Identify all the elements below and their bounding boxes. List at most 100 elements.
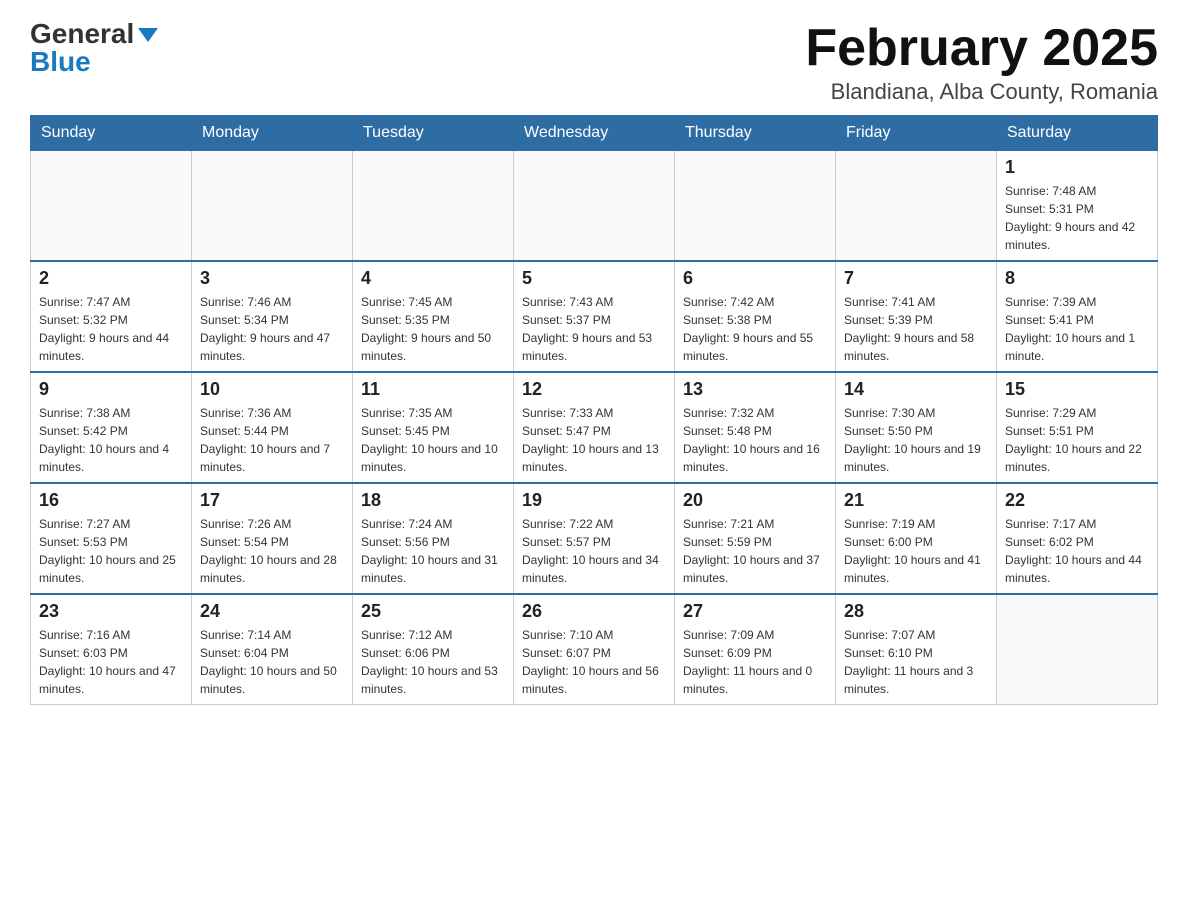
day-number: 24 [200, 601, 344, 622]
day-number: 3 [200, 268, 344, 289]
day-info: Sunrise: 7:47 AM Sunset: 5:32 PM Dayligh… [39, 293, 183, 365]
calendar-cell: 25Sunrise: 7:12 AM Sunset: 6:06 PM Dayli… [353, 594, 514, 705]
calendar-week-4: 16Sunrise: 7:27 AM Sunset: 5:53 PM Dayli… [31, 483, 1158, 594]
calendar-cell: 24 Sunrise: 7:14 AM Sunset: 6:04 PM Dayli… [192, 594, 353, 705]
calendar-cell: 8 Sunrise: 7:39 AM Sunset: 5:41 PM Daylig… [997, 261, 1158, 372]
calendar-cell: 13 Sunrise: 7:32 AM Sunset: 5:48 PM Dayli… [675, 372, 836, 483]
day-header-wednesday: Wednesday [514, 116, 675, 151]
calendar-cell [997, 594, 1158, 705]
page-header: General Blue February 2025 Blandiana, Al… [30, 20, 1158, 105]
logo-top: General [30, 20, 158, 48]
calendar-cell: 21 Sunrise: 7:19 AM Sunset: 6:00 PM Dayli… [836, 483, 997, 594]
calendar-cell: 17 Sunrise: 7:26 AM Sunset: 5:54 PM Dayli… [192, 483, 353, 594]
calendar-cell: 7 Sunrise: 7:41 AM Sunset: 5:39 PM Daylig… [836, 261, 997, 372]
calendar-cell [675, 151, 836, 262]
calendar-cell [836, 151, 997, 262]
day-info: Sunrise: 7:21 AM Sunset: 5:59 PM Dayligh… [683, 515, 827, 587]
day-info: Sunrise: 7:45 AM Sunset: 5:35 PM Dayligh… [361, 293, 505, 365]
calendar-cell: 6 Sunrise: 7:42 AM Sunset: 5:38 PM Daylig… [675, 261, 836, 372]
day-info: Sunrise: 7:26 AM Sunset: 5:54 PM Dayligh… [200, 515, 344, 587]
calendar-cell: 12 Sunrise: 7:33 AM Sunset: 5:47 PM Dayli… [514, 372, 675, 483]
calendar-week-2: 2 Sunrise: 7:47 AM Sunset: 5:32 PM Daylig… [31, 261, 1158, 372]
calendar-cell: 27 Sunrise: 7:09 AM Sunset: 6:09 PM Dayli… [675, 594, 836, 705]
day-info: Sunrise: 7:43 AM Sunset: 5:37 PM Dayligh… [522, 293, 666, 365]
calendar-cell: 28 Sunrise: 7:07 AM Sunset: 6:10 PM Dayli… [836, 594, 997, 705]
day-number: 9 [39, 379, 183, 400]
day-number: 8 [1005, 268, 1149, 289]
calendar-cell [31, 151, 192, 262]
logo-triangle-icon [138, 28, 158, 42]
day-header-thursday: Thursday [675, 116, 836, 151]
calendar-cell: 20Sunrise: 7:21 AM Sunset: 5:59 PM Dayli… [675, 483, 836, 594]
day-info: Sunrise: 7:33 AM Sunset: 5:47 PM Dayligh… [522, 404, 666, 476]
day-number: 21 [844, 490, 988, 511]
day-info: Sunrise: 7:36 AM Sunset: 5:44 PM Dayligh… [200, 404, 344, 476]
calendar-cell: 18Sunrise: 7:24 AM Sunset: 5:56 PM Dayli… [353, 483, 514, 594]
day-info: Sunrise: 7:41 AM Sunset: 5:39 PM Dayligh… [844, 293, 988, 365]
calendar-week-3: 9 Sunrise: 7:38 AM Sunset: 5:42 PM Daylig… [31, 372, 1158, 483]
day-info: Sunrise: 7:10 AM Sunset: 6:07 PM Dayligh… [522, 626, 666, 698]
calendar-header-row: SundayMondayTuesdayWednesdayThursdayFrid… [31, 116, 1158, 151]
day-info: Sunrise: 7:19 AM Sunset: 6:00 PM Dayligh… [844, 515, 988, 587]
calendar-cell: 16Sunrise: 7:27 AM Sunset: 5:53 PM Dayli… [31, 483, 192, 594]
day-number: 25 [361, 601, 505, 622]
logo-blue-text: Blue [30, 48, 91, 76]
logo-general-text: General [30, 18, 134, 49]
calendar-cell: 23 Sunrise: 7:16 AM Sunset: 6:03 PM Dayli… [31, 594, 192, 705]
calendar-cell: 9 Sunrise: 7:38 AM Sunset: 5:42 PM Daylig… [31, 372, 192, 483]
day-header-friday: Friday [836, 116, 997, 151]
day-info: Sunrise: 7:07 AM Sunset: 6:10 PM Dayligh… [844, 626, 988, 698]
day-number: 23 [39, 601, 183, 622]
calendar-cell: 11 Sunrise: 7:35 AM Sunset: 5:45 PM Dayli… [353, 372, 514, 483]
day-info: Sunrise: 7:09 AM Sunset: 6:09 PM Dayligh… [683, 626, 827, 698]
title-block: February 2025 Blandiana, Alba County, Ro… [805, 20, 1158, 105]
logo: General Blue [30, 20, 158, 76]
day-info: Sunrise: 7:38 AM Sunset: 5:42 PM Dayligh… [39, 404, 183, 476]
day-header-monday: Monday [192, 116, 353, 151]
calendar-cell [192, 151, 353, 262]
day-info: Sunrise: 7:35 AM Sunset: 5:45 PM Dayligh… [361, 404, 505, 476]
calendar-cell [514, 151, 675, 262]
calendar-cell: 4Sunrise: 7:45 AM Sunset: 5:35 PM Daylig… [353, 261, 514, 372]
calendar-cell [353, 151, 514, 262]
day-number: 18 [361, 490, 505, 511]
day-number: 7 [844, 268, 988, 289]
day-info: Sunrise: 7:39 AM Sunset: 5:41 PM Dayligh… [1005, 293, 1149, 365]
day-info: Sunrise: 7:29 AM Sunset: 5:51 PM Dayligh… [1005, 404, 1149, 476]
day-info: Sunrise: 7:16 AM Sunset: 6:03 PM Dayligh… [39, 626, 183, 698]
day-number: 28 [844, 601, 988, 622]
day-info: Sunrise: 7:32 AM Sunset: 5:48 PM Dayligh… [683, 404, 827, 476]
calendar-cell: 14Sunrise: 7:30 AM Sunset: 5:50 PM Dayli… [836, 372, 997, 483]
day-info: Sunrise: 7:22 AM Sunset: 5:57 PM Dayligh… [522, 515, 666, 587]
day-info: Sunrise: 7:46 AM Sunset: 5:34 PM Dayligh… [200, 293, 344, 365]
month-title: February 2025 [805, 20, 1158, 77]
day-header-saturday: Saturday [997, 116, 1158, 151]
calendar-cell: 22Sunrise: 7:17 AM Sunset: 6:02 PM Dayli… [997, 483, 1158, 594]
day-number: 5 [522, 268, 666, 289]
calendar-cell: 19 Sunrise: 7:22 AM Sunset: 5:57 PM Dayli… [514, 483, 675, 594]
day-number: 6 [683, 268, 827, 289]
day-number: 22 [1005, 490, 1149, 511]
day-number: 10 [200, 379, 344, 400]
calendar-week-5: 23 Sunrise: 7:16 AM Sunset: 6:03 PM Dayli… [31, 594, 1158, 705]
calendar-cell: 3 Sunrise: 7:46 AM Sunset: 5:34 PM Daylig… [192, 261, 353, 372]
day-info: Sunrise: 7:48 AM Sunset: 5:31 PM Dayligh… [1005, 182, 1149, 254]
day-number: 15 [1005, 379, 1149, 400]
calendar-cell: 1Sunrise: 7:48 AM Sunset: 5:31 PM Daylig… [997, 151, 1158, 262]
calendar-week-1: 1Sunrise: 7:48 AM Sunset: 5:31 PM Daylig… [31, 151, 1158, 262]
day-info: Sunrise: 7:30 AM Sunset: 5:50 PM Dayligh… [844, 404, 988, 476]
day-info: Sunrise: 7:42 AM Sunset: 5:38 PM Dayligh… [683, 293, 827, 365]
day-info: Sunrise: 7:14 AM Sunset: 6:04 PM Dayligh… [200, 626, 344, 698]
day-number: 16 [39, 490, 183, 511]
day-header-sunday: Sunday [31, 116, 192, 151]
calendar-cell: 10 Sunrise: 7:36 AM Sunset: 5:44 PM Dayli… [192, 372, 353, 483]
day-number: 17 [200, 490, 344, 511]
day-number: 19 [522, 490, 666, 511]
day-number: 2 [39, 268, 183, 289]
day-header-tuesday: Tuesday [353, 116, 514, 151]
day-number: 27 [683, 601, 827, 622]
day-number: 11 [361, 379, 505, 400]
calendar-cell: 15 Sunrise: 7:29 AM Sunset: 5:51 PM Dayli… [997, 372, 1158, 483]
day-number: 12 [522, 379, 666, 400]
day-number: 13 [683, 379, 827, 400]
